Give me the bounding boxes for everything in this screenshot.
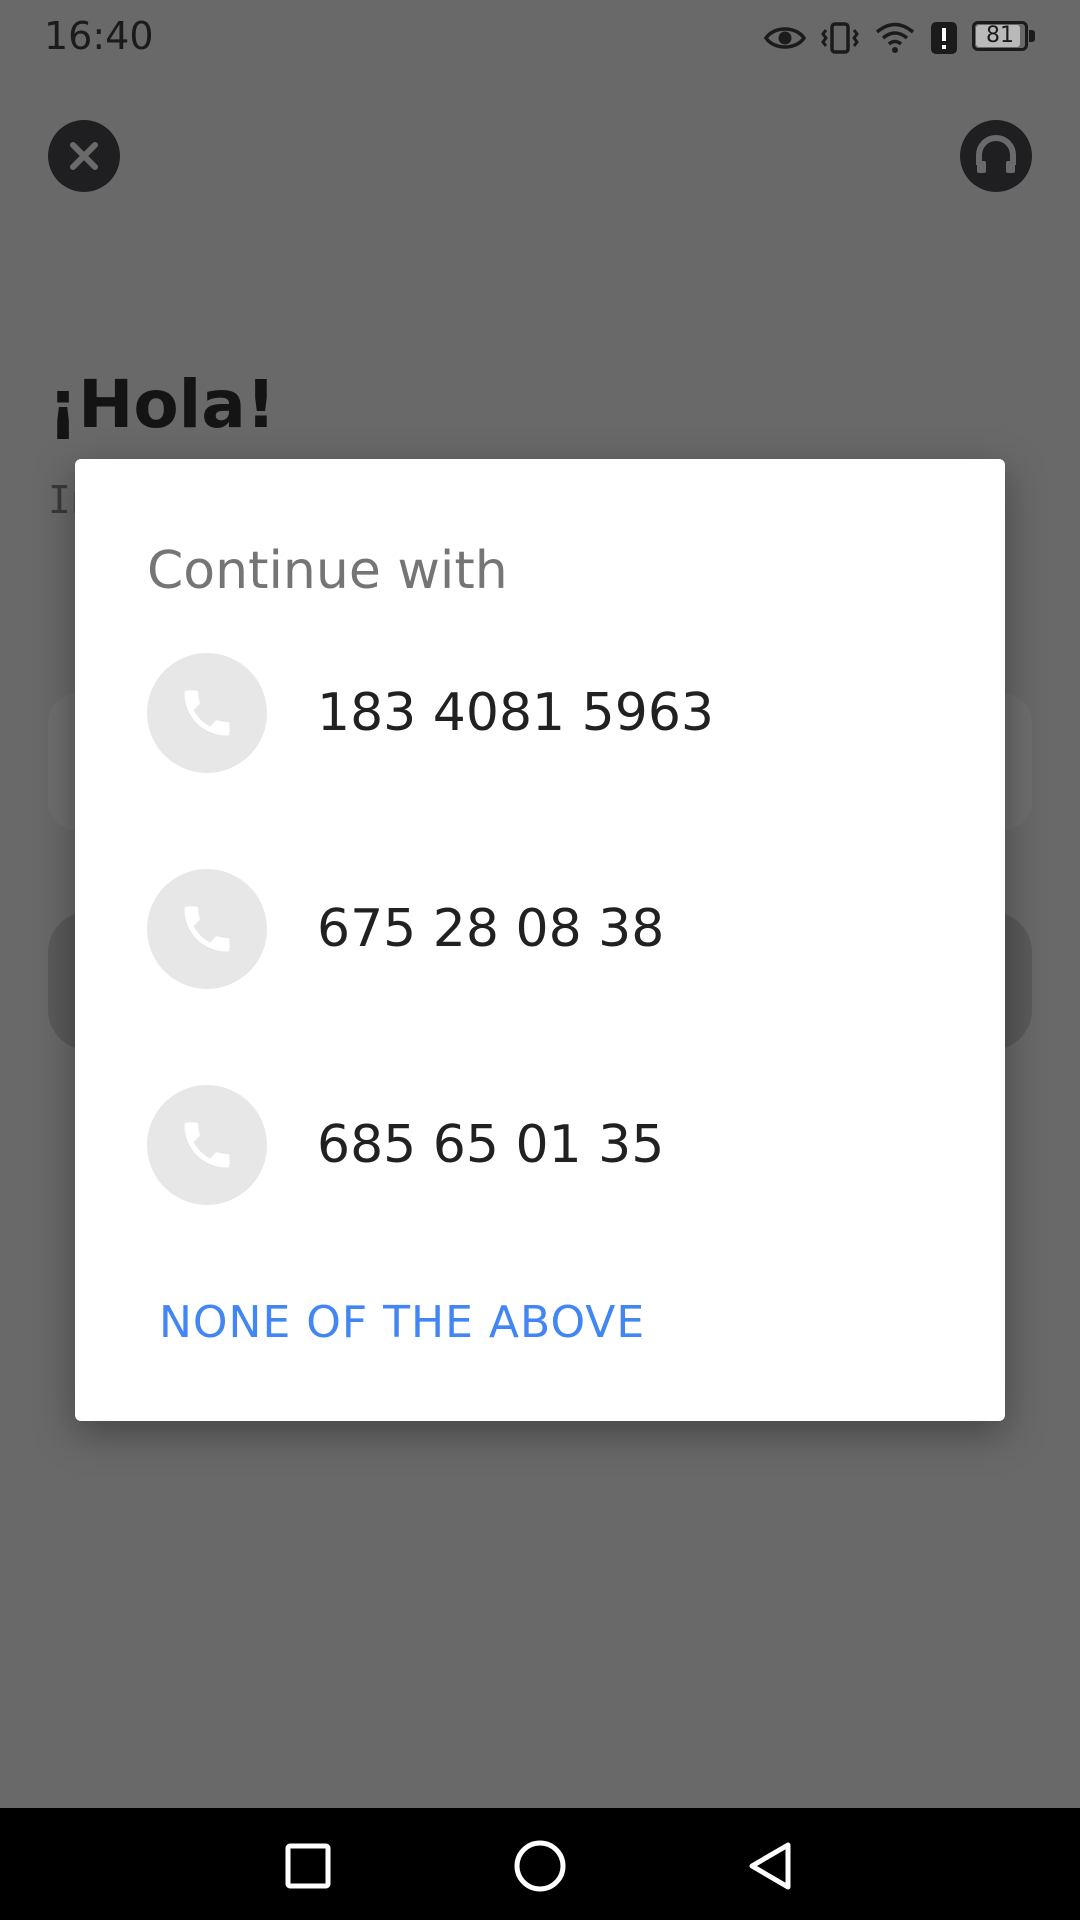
close-button[interactable]: [48, 120, 120, 192]
phone-option-2[interactable]: 675 28 08 38: [147, 869, 947, 989]
close-icon: [70, 142, 98, 170]
alert-icon: [930, 21, 958, 55]
phone-icon: [147, 653, 267, 773]
battery-level: 81: [986, 23, 1014, 48]
dialog-title: Continue with: [147, 541, 508, 601]
status-time: 16:40: [44, 14, 154, 58]
wifi-icon: [874, 21, 916, 55]
back-icon[interactable]: [740, 1836, 800, 1896]
phone-icon: [147, 1085, 267, 1205]
support-button[interactable]: [960, 120, 1032, 192]
recent-apps-icon[interactable]: [278, 1836, 338, 1896]
phone-option-3[interactable]: 685 65 01 35: [147, 1085, 947, 1205]
phone-option-1[interactable]: 183 4081 5963: [147, 653, 947, 773]
status-bar: 16:40 81: [0, 0, 1080, 76]
phone-picker-dialog: Continue with 183 4081 5963 675 28 08 38…: [75, 459, 1005, 1421]
eye-icon: [764, 23, 806, 53]
phone-number: 685 65 01 35: [317, 1115, 665, 1175]
greeting-heading: ¡Hola!: [48, 366, 276, 443]
navigation-bar: [0, 1808, 1080, 1920]
phone-number: 183 4081 5963: [317, 683, 714, 743]
vibrate-icon: [820, 21, 860, 55]
none-of-the-above-button[interactable]: NONE OF THE ABOVE: [159, 1297, 645, 1348]
phone-number: 675 28 08 38: [317, 899, 665, 959]
headset-icon: [976, 135, 1016, 173]
battery-icon: 81: [972, 21, 1036, 55]
phone-icon: [147, 869, 267, 989]
status-icons: 81: [764, 16, 1036, 60]
home-icon[interactable]: [510, 1836, 570, 1896]
